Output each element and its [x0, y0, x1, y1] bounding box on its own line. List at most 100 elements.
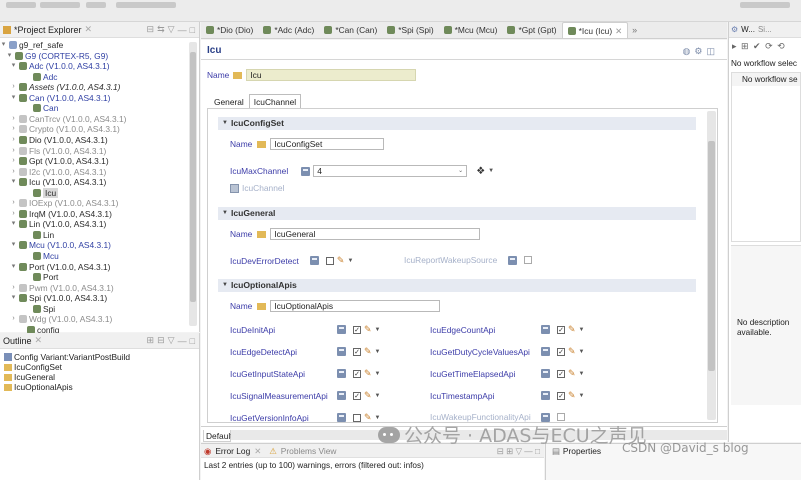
expand-toggle-icon[interactable]: › [10, 114, 17, 124]
view-menu-icon[interactable]: ▽ [168, 335, 175, 346]
tab-general[interactable]: General [209, 94, 249, 109]
tree-item[interactable]: ▾ Adc (V1.0.0, AS4.3.1) [10, 61, 110, 71]
tab-icuchannel[interactable]: IcuChannel [248, 94, 302, 109]
config-menu-icon[interactable]: ❖ [476, 166, 485, 177]
chevron-down-icon[interactable]: ▼ [375, 327, 381, 333]
tree-item[interactable]: Mcu [24, 251, 59, 261]
tree-item[interactable]: › Pwm (V1.0.0, AS4.3.1) [10, 283, 113, 293]
section-header-configset[interactable]: ▼ IcuConfigSet [218, 117, 696, 130]
chevron-down-icon[interactable]: ▼ [375, 371, 381, 377]
filter-icon[interactable]: ⊟ [157, 335, 165, 346]
channel-label[interactable]: IcuChannel [242, 183, 284, 193]
pencil-icon[interactable]: ✎ [568, 346, 576, 357]
tree-item[interactable]: › Crypto (V1.0.0, AS4.3.1) [10, 124, 119, 134]
calculator-icon[interactable] [337, 391, 346, 400]
editor-tab[interactable]: *Adc (Adc) [258, 22, 319, 38]
collapse-icon[interactable]: ▼ [222, 117, 228, 130]
link-icon[interactable]: ⇆ [157, 24, 165, 35]
calculator-icon[interactable] [337, 369, 346, 378]
calculator-icon[interactable] [541, 325, 550, 334]
tree-item[interactable]: ▾ Icu (V1.0.0, AS4.3.1) [10, 177, 107, 187]
close-icon[interactable]: ✕ [35, 335, 43, 346]
calculator-icon[interactable] [541, 347, 550, 356]
tree-item[interactable]: Port [24, 272, 58, 282]
outline-item[interactable]: IcuConfigSet [0, 362, 199, 372]
collapse-icon[interactable]: ▼ [222, 279, 228, 292]
tree-item[interactable]: Adc [24, 72, 57, 82]
tab-default[interactable]: Default [203, 430, 233, 442]
maximize-icon[interactable]: □ [190, 25, 195, 35]
dock-icon[interactable]: ◫ [706, 46, 715, 57]
tree-item[interactable]: Icu [24, 187, 59, 198]
minimize-icon[interactable]: — [178, 336, 187, 346]
project-explorer-header[interactable]: *Project Explorer ✕ ⊟ ⇆ ▽ — □ [0, 22, 199, 38]
expand-toggle-icon[interactable]: ▾ [10, 240, 17, 250]
editor-tab[interactable]: *Icu (Icu) ✕ [561, 22, 629, 38]
section-header-optional-apis[interactable]: ▼ IcuOptionalApis [218, 279, 696, 292]
expand-toggle-icon[interactable]: ▾ [10, 61, 17, 71]
chevron-down-icon[interactable]: ▼ [375, 349, 381, 355]
pencil-icon[interactable]: ✎ [364, 390, 372, 401]
toolbar-icon[interactable] [6, 2, 36, 8]
scrollbar-thumb[interactable] [190, 52, 196, 302]
chevron-down-icon[interactable]: ▼ [579, 349, 585, 355]
api-checkbox[interactable] [353, 369, 361, 378]
expand-toggle-icon[interactable]: › [10, 156, 17, 166]
view-menu-icon[interactable]: ▽ [168, 24, 175, 35]
maximize-icon[interactable]: □ [190, 336, 195, 346]
general-name-field[interactable]: IcuGeneral [270, 228, 481, 240]
tree-item[interactable]: › Dio (V1.0.0, AS4.3.1) [10, 135, 107, 145]
outline-item[interactable]: Config Variant:VariantPostBuild [0, 352, 199, 362]
editor-tab[interactable]: *Spi (Spi) [382, 22, 438, 38]
api-checkbox[interactable] [353, 413, 361, 422]
tree-item[interactable]: Lin [24, 230, 54, 240]
close-icon[interactable]: ✕ [615, 26, 622, 36]
close-icon[interactable]: ✕ [85, 24, 93, 35]
expand-toggle-icon[interactable]: ▾ [10, 177, 17, 187]
expand-toggle-icon[interactable]: › [10, 135, 17, 145]
outline-header[interactable]: Outline ✕ ⊞ ⊟ ▽ — □ [0, 333, 199, 349]
expand-toggle-icon[interactable]: › [10, 124, 17, 134]
expand-toggle-icon[interactable]: › [10, 314, 17, 324]
calculator-icon[interactable] [541, 369, 550, 378]
settings-icon[interactable]: ⚙ [694, 46, 702, 57]
pencil-icon[interactable]: ✎ [568, 324, 576, 335]
calculator-icon[interactable] [337, 347, 346, 356]
tree-item[interactable]: › Gpt (V1.0.0, AS4.3.1) [10, 156, 108, 166]
tab-workflow[interactable]: W... [741, 25, 755, 34]
tree-item[interactable]: ▾ g9_ref_safe [0, 40, 64, 50]
pencil-icon[interactable]: ✎ [337, 255, 345, 266]
expand-toggle-icon[interactable]: ▾ [0, 40, 7, 50]
api-checkbox[interactable] [353, 347, 361, 356]
api-checkbox[interactable] [557, 391, 565, 400]
api-checkbox[interactable] [557, 325, 565, 334]
close-icon[interactable]: ✕ [254, 446, 261, 456]
chevron-down-icon[interactable]: ▼ [579, 327, 585, 333]
max-channel-field[interactable]: 4 ⌄ [313, 165, 468, 177]
editor-tab[interactable]: *Gpt (Gpt) [502, 22, 561, 38]
toolbar-icon[interactable] [116, 2, 176, 8]
more-tabs-icon[interactable]: » [632, 25, 637, 35]
tab-si[interactable]: Si... [758, 25, 772, 34]
expand-toggle-icon[interactable]: › [10, 82, 17, 92]
workflow-toolbar[interactable]: ▸ ⊞ ✔ ⟳ ⟲ [729, 38, 801, 55]
chevron-down-icon[interactable]: ▼ [579, 393, 585, 399]
tab-error-log[interactable]: Error Log [215, 446, 250, 456]
expand-toggle-icon[interactable]: ▾ [10, 219, 17, 229]
tree-item[interactable]: ▾ Port (V1.0.0, AS4.3.1) [10, 262, 111, 272]
toolbar-icon[interactable] [86, 2, 106, 8]
tab-problems-view[interactable]: Problems View [281, 446, 337, 456]
api-checkbox[interactable] [353, 325, 361, 334]
pencil-icon[interactable]: ✎ [364, 368, 372, 379]
tree-item[interactable]: › Fls (V1.0.0, AS4.3.1) [10, 146, 106, 156]
pencil-icon[interactable]: ✎ [364, 412, 372, 422]
calculator-icon[interactable] [337, 325, 346, 334]
no-workflow-item[interactable]: No workflow se [732, 73, 800, 86]
tree-item[interactable]: › Assets (V1.0.0, AS4.3.1) [10, 82, 120, 92]
dev-error-detect-checkbox[interactable] [325, 256, 334, 265]
expand-toggle-icon[interactable]: › [10, 146, 17, 156]
pencil-icon[interactable]: ✎ [364, 346, 372, 357]
scrollbar-thumb[interactable] [708, 141, 715, 371]
pencil-icon[interactable]: ✎ [568, 368, 576, 379]
chevron-down-icon[interactable]: ▼ [488, 168, 494, 174]
